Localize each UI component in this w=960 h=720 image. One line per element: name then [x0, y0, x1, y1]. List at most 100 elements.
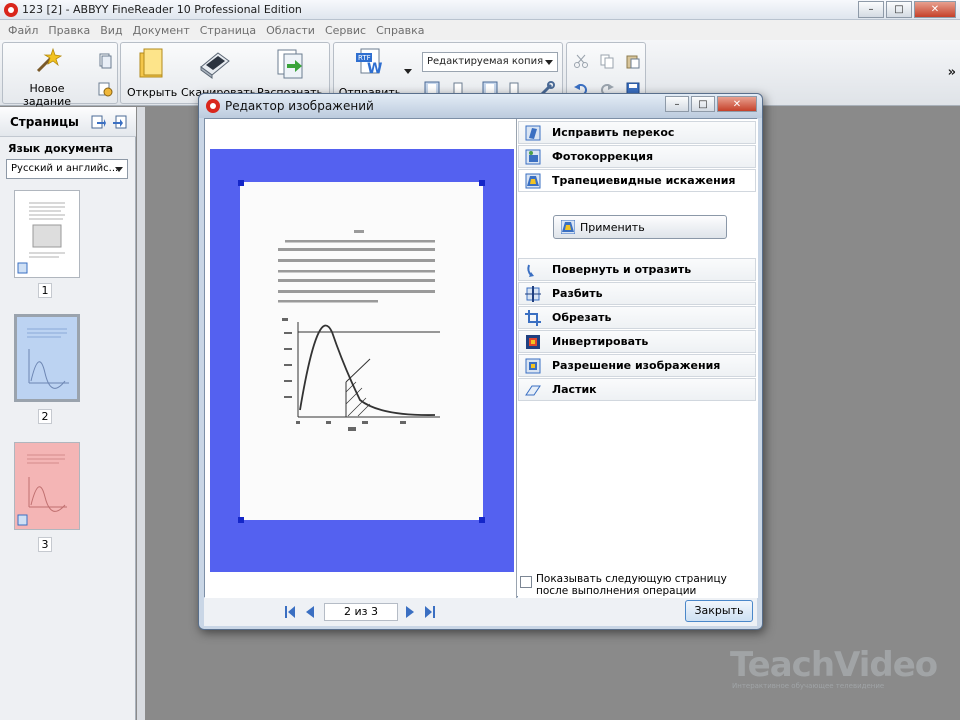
scanner-icon: [200, 52, 230, 79]
menu-file[interactable]: Файл: [3, 24, 43, 37]
op-rotate-flip[interactable]: Повернуть и отразить: [518, 258, 756, 281]
op-eraser[interactable]: Ластик: [518, 378, 756, 401]
op-rotate-label: Повернуть и отразить: [552, 263, 692, 276]
document-language-select[interactable]: Русский и английс...: [6, 159, 128, 179]
crop-handle-top-left[interactable]: [238, 180, 244, 186]
op-resolution-label: Разрешение изображения: [552, 359, 721, 372]
dialog-body: Исправить перекос Фотокоррекция Трапецие…: [204, 118, 758, 598]
op-crop[interactable]: Обрезать: [518, 306, 756, 329]
first-page-icon[interactable]: [284, 605, 296, 619]
paste-icon[interactable]: [625, 53, 641, 69]
menu-document[interactable]: Документ: [128, 24, 195, 37]
op-crop-label: Обрезать: [552, 311, 612, 324]
window-controls: – □ ✕: [856, 1, 956, 18]
magic-wand-icon: [36, 47, 63, 73]
page-preview-2: [27, 328, 69, 389]
show-next-page-checkbox[interactable]: [520, 576, 532, 588]
op-split[interactable]: Разбить: [518, 282, 756, 305]
new-task-button[interactable]: Новое задание: [7, 47, 87, 108]
open-button[interactable]: Открыть: [127, 47, 177, 99]
dialog-minimize-button[interactable]: –: [665, 96, 689, 112]
pages-header: Страницы: [0, 107, 136, 137]
menu-areas[interactable]: Области: [261, 24, 320, 37]
invert-icon: [526, 335, 540, 349]
menu-help[interactable]: Справка: [371, 24, 429, 37]
menu-page[interactable]: Страница: [195, 24, 261, 37]
svg-text:W: W: [367, 61, 382, 77]
menu-tools[interactable]: Сервис: [320, 24, 371, 37]
page-thumbnail-1[interactable]: [14, 190, 80, 278]
chevron-down-icon: [115, 167, 123, 172]
scan-button[interactable]: Сканировать: [181, 47, 256, 99]
page-counter[interactable]: 2 из 3: [324, 603, 398, 621]
page-preview-3: [17, 454, 67, 526]
op-resolution[interactable]: Разрешение изображения: [518, 354, 756, 377]
open-label: Открыть: [127, 86, 178, 99]
resolution-icon: [525, 358, 541, 374]
copy-icon[interactable]: [599, 53, 615, 69]
maximize-button[interactable]: □: [886, 1, 912, 18]
op-deskew[interactable]: Исправить перекос: [518, 121, 756, 144]
next-page-icon[interactable]: [404, 605, 416, 619]
op-trapezoid-label: Трапециевидные искажения: [552, 174, 736, 187]
eraser-icon: [525, 385, 541, 396]
main-titlebar: 123 [2] - ABBYY FineReader 10 Profession…: [0, 0, 960, 20]
page-thumbnail-2[interactable]: [14, 314, 80, 402]
page-preview-1: [17, 202, 65, 274]
dialog-close-x-button[interactable]: ✕: [717, 96, 757, 112]
page-thumbnail-3[interactable]: [14, 442, 80, 530]
recognize-button[interactable]: Распознать: [255, 47, 325, 99]
op-split-label: Разбить: [552, 287, 603, 300]
op-eraser-label: Ластик: [552, 383, 597, 396]
last-page-icon[interactable]: [424, 605, 436, 619]
dialog-maximize-button[interactable]: □: [691, 96, 715, 112]
output-format-select[interactable]: Редактируемая копия: [422, 52, 558, 72]
document-language-value: Русский и английс...: [11, 163, 119, 174]
dialog-title: Редактор изображений: [225, 99, 374, 113]
send-dropdown-arrow-icon[interactable]: [404, 69, 412, 74]
pages-panel: Страницы Язык документа Русский и англий…: [0, 107, 136, 720]
op-deskew-label: Исправить перекос: [552, 126, 675, 139]
page-content-graphic: [278, 230, 440, 431]
menu-edit[interactable]: Правка: [43, 24, 95, 37]
copy-document-icon[interactable]: [97, 53, 113, 69]
send-button[interactable]: RTF W Отправить: [338, 47, 402, 99]
new-task-label: Новое задание: [22, 82, 72, 108]
page-properties-icon[interactable]: [90, 114, 106, 130]
rotate-icon: [527, 264, 534, 277]
document-settings-icon[interactable]: [97, 81, 113, 97]
apply-trapezoid-icon: [561, 220, 575, 234]
work-area-scrollbar[interactable]: [137, 107, 145, 720]
image-preview-pane: [205, 119, 517, 598]
minimize-button[interactable]: –: [858, 1, 884, 18]
cut-icon[interactable]: [573, 53, 589, 69]
close-window-button[interactable]: ✕: [914, 1, 956, 18]
toolbar-group-new: Новое задание: [2, 42, 118, 108]
dialog-window-controls: – □ ✕: [663, 96, 757, 112]
toolbar-overflow-icon[interactable]: »: [948, 65, 956, 80]
apply-button[interactable]: Применить: [553, 215, 727, 239]
chevron-down-icon: [545, 60, 553, 65]
op-photo-correction[interactable]: Фотокоррекция: [518, 145, 756, 168]
op-invert[interactable]: Инвертировать: [518, 330, 756, 353]
op-trapezoid-distortion[interactable]: Трапециевидные искажения: [518, 169, 756, 192]
crop-icon: [525, 310, 541, 326]
page-number-1: 1: [38, 283, 52, 298]
apply-label: Применить: [580, 221, 645, 234]
previous-page-icon[interactable]: [304, 605, 316, 619]
page-navigate-icon[interactable]: [112, 114, 128, 130]
watermark-brand: TeachVideo: [730, 645, 938, 685]
page-number-3: 3: [38, 537, 52, 552]
close-button[interactable]: Закрыть: [685, 600, 753, 622]
pages-title: Страницы: [10, 115, 79, 129]
crop-handle-bottom-right[interactable]: [479, 517, 485, 523]
menu-view[interactable]: Вид: [95, 24, 127, 37]
operations-pane: Исправить перекос Фотокоррекция Трапецие…: [518, 119, 758, 598]
crop-handle-bottom-left[interactable]: [238, 517, 244, 523]
dialog-titlebar: Редактор изображений – □ ✕: [199, 94, 762, 118]
photo-correction-icon: [525, 149, 541, 165]
crop-handle-top-right[interactable]: [479, 180, 485, 186]
abbyy-logo-icon: [4, 3, 18, 17]
page-number-2: 2: [38, 409, 52, 424]
deskew-icon: [525, 125, 541, 141]
